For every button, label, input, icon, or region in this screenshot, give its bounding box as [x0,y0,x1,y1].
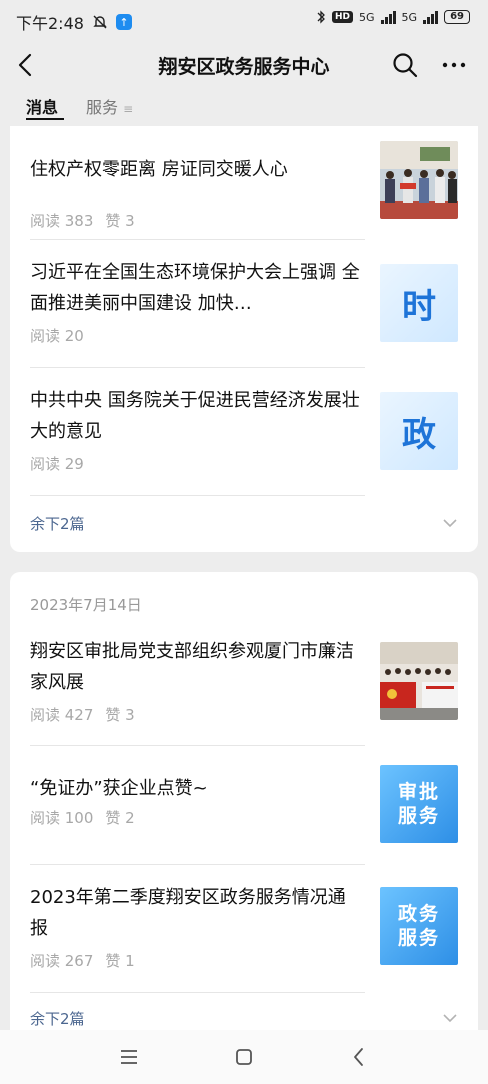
article-item[interactable]: 习近平在全国生态环境保护大会上强调 全面推进美丽中国建设 加快… 阅读 20 时 [30,257,458,367]
article-item[interactable]: 翔安区审批局党支部组织参观厦门市廉洁家风展 阅读 427 赞 3 [30,636,458,746]
network-label-1: 5G [359,10,375,24]
app-notification-icon: ↑ [115,14,132,30]
thumbnail-label: 服务 [397,805,440,827]
article-meta: 阅读 20 [30,325,84,346]
bell-muted-icon [93,15,107,29]
article-thumbnail: 时 [380,264,458,342]
search-icon[interactable] [392,52,418,78]
article-group-card: 2023年7月14日 翔安区审批局党支部组织参观厦门市廉洁家风展 阅读 427 … [10,572,478,1042]
divider [30,745,365,746]
divider [30,992,365,993]
article-meta: 阅读 383 赞 3 [30,210,135,231]
article-thumbnail: 政 [380,392,458,470]
home-icon[interactable] [233,1046,255,1068]
article-thumbnail: 政务 服务 [380,887,458,965]
nav-bar: 翔安区政务服务中心 [0,40,488,90]
like-count: 赞 3 [105,212,135,230]
signal-icon [380,10,396,24]
group-date: 2023年7月14日 [30,596,142,614]
divider [30,367,365,368]
article-title: 中共中央 国务院关于促进民营经济发展壮大的意见 [30,390,360,442]
system-nav-bar [0,1030,488,1084]
thumbnail-label: 服务 [397,927,440,949]
divider [30,239,365,240]
article-meta: 阅读 267 赞 1 [30,950,135,971]
expand-label: 余下2篇 [30,515,85,533]
chevron-down-icon [443,1014,457,1023]
article-meta: 阅读 100 赞 2 [30,807,135,828]
like-count: 赞 1 [105,952,135,970]
thumbnail-label: 政 [380,392,458,470]
article-item[interactable]: 2023年第二季度翔安区政务服务情况通报 阅读 267 赞 1 政务 服务 [30,882,458,992]
article-title: “免证办”获企业点赞~ [30,778,208,799]
article-title: 习近平在全国生态环境保护大会上强调 全面推进美丽中国建设 加快… [30,262,360,314]
menu-icon: ≡ [123,102,134,116]
tab-messages[interactable]: 消息 [26,94,58,118]
expand-more-articles[interactable]: 余下2篇 [30,1008,458,1032]
like-count: 赞 3 [105,706,135,724]
read-count: 阅读 29 [30,455,84,473]
bluetooth-icon [317,10,325,24]
active-tab-indicator [26,118,64,120]
divider [30,864,365,865]
expand-more-articles[interactable]: 余下2篇 [30,513,458,537]
article-thumbnail: 审批 服务 [380,765,458,843]
tab-services[interactable]: 服务 ≡ [86,94,133,118]
article-title: 翔安区审批局党支部组织参观厦门市廉洁家风展 [30,641,354,693]
read-count: 阅读 383 [30,212,94,230]
read-count: 阅读 100 [30,809,94,827]
read-count: 阅读 20 [30,327,84,345]
article-title: 住权产权零距离 房证同交暖人心 [30,159,288,180]
status-bar: 下午2:48 ↑ HD 5G 5G 69 [0,0,488,40]
article-item[interactable]: “免证办”获企业点赞~ 阅读 100 赞 2 审批 服务 [30,765,458,863]
divider [30,495,365,496]
article-meta: 阅读 427 赞 3 [30,704,135,725]
thumbnail-label: 审批 [397,781,440,803]
battery-icon: 69 [444,10,470,24]
tab-bar: 消息 服务 ≡ [0,90,488,126]
like-count: 赞 2 [105,809,135,827]
article-title: 2023年第二季度翔安区政务服务情况通报 [30,887,346,939]
article-thumbnail-photo [380,141,458,219]
article-meta: 阅读 29 [30,453,84,474]
article-thumbnail-photo [380,642,458,720]
signal-icon-2 [423,10,439,24]
read-count: 阅读 267 [30,952,94,970]
network-label-2: 5G [401,10,418,24]
read-count: 阅读 427 [30,706,94,724]
expand-label: 余下2篇 [30,1010,85,1028]
article-item[interactable]: 住权产权零距离 房证同交暖人心 阅读 383 赞 3 [30,141,458,244]
thumbnail-label: 政务 [397,903,440,925]
article-group-card: 住权产权零距离 房证同交暖人心 阅读 383 赞 3 习近平在全国生态环境保护大… [10,126,478,552]
back-nav-icon[interactable] [348,1046,370,1068]
thumbnail-label: 时 [380,264,458,342]
status-time: 下午2:48 [16,14,84,33]
chevron-down-icon [443,519,457,528]
hd-badge: HD [332,11,354,23]
article-item[interactable]: 中共中央 国务院关于促进民营经济发展壮大的意见 阅读 29 政 [30,385,458,495]
menu-icon[interactable] [118,1046,140,1068]
more-options-icon[interactable] [440,52,468,78]
